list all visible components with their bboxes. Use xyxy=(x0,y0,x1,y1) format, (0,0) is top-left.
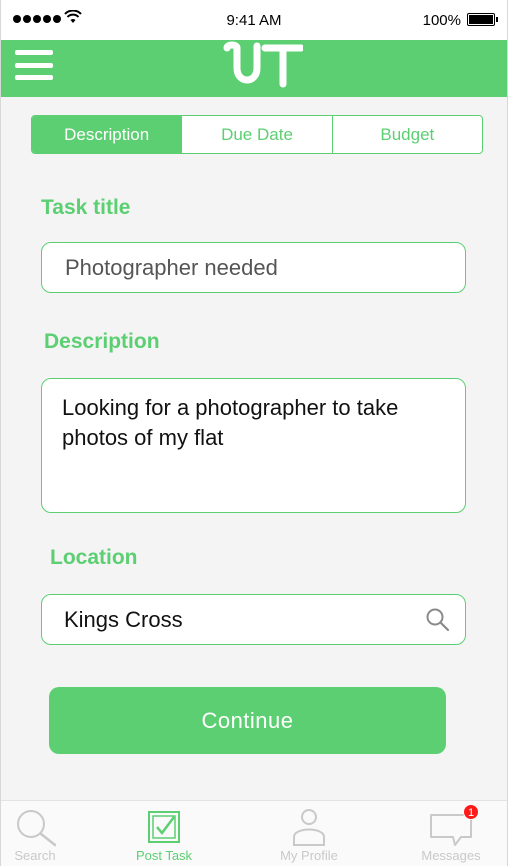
tabbar-item-search[interactable]: Search xyxy=(1,801,85,866)
tabbar-label-post-task: Post Task xyxy=(135,848,193,863)
tab-budget[interactable]: Budget xyxy=(333,116,482,153)
task-title-label: Task title xyxy=(41,196,131,219)
location-label: Location xyxy=(50,546,138,569)
tab-description[interactable]: Description xyxy=(32,116,183,153)
messages-badge: 1 xyxy=(463,804,479,820)
tabbar-label-my-profile: My Profile xyxy=(280,848,338,863)
app-logo xyxy=(223,41,303,88)
continue-button[interactable]: Continue xyxy=(49,687,446,754)
battery-icon xyxy=(467,13,498,26)
search-icon[interactable] xyxy=(425,607,451,633)
location-field xyxy=(41,594,466,645)
task-title-field xyxy=(41,242,466,293)
tabbar-item-my-profile[interactable]: My Profile xyxy=(259,801,359,866)
checkbox-icon xyxy=(148,811,180,843)
description-label: Description xyxy=(44,330,160,353)
menu-button[interactable] xyxy=(15,50,53,80)
tabbar-item-post-task[interactable]: Post Task xyxy=(114,801,214,866)
header-bar: 9:41 AM 100% xyxy=(1,0,507,97)
hamburger-icon xyxy=(15,50,53,55)
tabbar-item-messages[interactable]: 1 Messages xyxy=(401,801,501,866)
description-input[interactable]: Looking for a photographer to take photo… xyxy=(42,379,465,512)
battery-percent: 100% xyxy=(422,12,461,29)
tab-due-date[interactable]: Due Date xyxy=(182,116,333,153)
description-field: Looking for a photographer to take photo… xyxy=(41,378,466,513)
status-bar: 9:41 AM 100% xyxy=(1,0,507,40)
app-screen: 9:41 AM 100% Description Due Date Budget… xyxy=(0,0,508,866)
task-title-input[interactable] xyxy=(42,243,465,292)
person-icon xyxy=(293,809,325,846)
search-icon xyxy=(17,810,57,847)
segmented-tabs: Description Due Date Budget xyxy=(31,115,483,154)
location-input[interactable] xyxy=(42,595,465,644)
tabbar-label-messages: Messages xyxy=(421,848,481,863)
tabbar-label-search: Search xyxy=(14,848,56,863)
bottom-tab-bar: Search Post Task My Profile 1 Messages xyxy=(1,800,507,866)
